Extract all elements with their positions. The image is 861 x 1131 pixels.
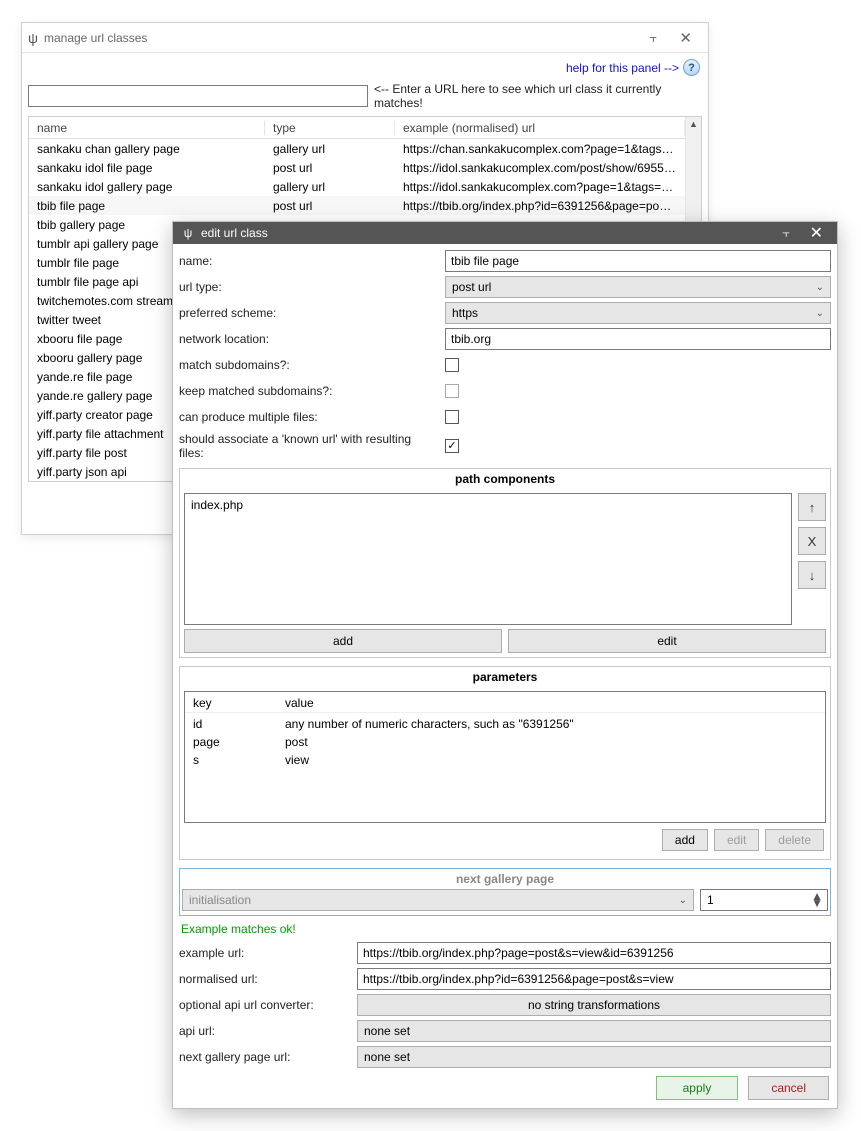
cancel-button[interactable]: cancel [748,1076,829,1100]
param-row[interactable]: pagepost [193,733,817,751]
matchsub-checkbox[interactable] [445,358,459,372]
normalised-url-input[interactable] [357,968,831,990]
keepsub-label: keep matched subdomains?: [179,384,439,398]
edit-url-class-dialog: ψ edit url class ⫟ ✕ name: url type: pos… [172,221,838,1109]
spinner-value: 1 [707,893,714,907]
col-type[interactable]: type [265,121,395,135]
path-edit-button[interactable]: edit [508,629,826,653]
apply-button[interactable]: apply [656,1076,739,1100]
app-icon: ψ [179,226,197,240]
urltype-label: url type: [179,280,439,294]
param-edit-button[interactable]: edit [714,829,759,851]
path-item[interactable]: index.php [191,498,785,512]
example-label: example url: [179,946,351,960]
multi-label: can produce multiple files: [179,410,439,424]
win1-titlebar[interactable]: ψ manage url classes ⫟ ✕ [22,23,708,53]
win2-title: edit url class [201,226,772,240]
next-page-spinner[interactable]: 1 ▲▼ [700,889,828,911]
scheme-select[interactable]: https ⌄ [445,302,831,324]
param-row[interactable]: sview [193,751,817,769]
converter-label: optional api url converter: [179,998,351,1012]
name-input[interactable] [445,250,831,272]
nexturl-label: next gallery page url: [179,1050,351,1064]
help-link[interactable]: help for this panel --> [566,61,679,75]
api-url-button[interactable]: none set [357,1020,831,1042]
help-icon[interactable]: ? [683,59,700,76]
assoc-label: should associate a 'known url' with resu… [179,432,439,460]
urltype-select[interactable]: post url ⌄ [445,276,831,298]
param-section-title: parameters [180,667,830,687]
next-url-button[interactable]: none set [357,1046,831,1068]
status-text: Example matches ok! [179,920,831,938]
app-icon: ψ [28,30,38,46]
path-components-section: path components index.php ↑ X ↓ add [179,468,831,658]
chevron-down-icon: ⌄ [816,282,824,293]
chevron-down-icon: ⌄ [816,308,824,319]
win2-titlebar[interactable]: ψ edit url class ⫟ ✕ [173,222,837,244]
path-listbox[interactable]: index.php [184,493,792,625]
param-col-key[interactable]: key [193,696,285,710]
win1-title: manage url classes [44,31,638,45]
move-down-button[interactable]: ↓ [798,561,826,589]
close-icon[interactable]: ✕ [669,29,702,47]
path-add-button[interactable]: add [184,629,502,653]
maximize-icon[interactable]: ⫟ [638,30,670,46]
next-init-value: initialisation [189,893,251,907]
next-gallery-section: next gallery page initialisation ⌄ 1 ▲▼ [179,868,831,916]
assoc-checkbox[interactable]: ✓ [445,439,459,453]
table-row[interactable]: sankaku idol file pagepost urlhttps://id… [29,158,685,177]
delete-item-button[interactable]: X [798,527,826,555]
multi-checkbox[interactable] [445,410,459,424]
close-icon[interactable]: ✕ [800,223,833,243]
param-row[interactable]: idany number of numeric characters, such… [193,715,817,733]
col-example[interactable]: example (normalised) url [395,121,685,135]
chevron-down-icon: ⌄ [679,895,687,906]
url-tester-input[interactable] [28,85,368,107]
maximize-icon[interactable]: ⫟ [772,226,799,241]
scheme-label: preferred scheme: [179,306,439,320]
converter-button[interactable]: no string transformations [357,994,831,1016]
col-name[interactable]: name [29,121,265,135]
scroll-up-icon[interactable]: ▲ [686,119,701,129]
path-section-title: path components [180,469,830,489]
urltype-value: post url [452,280,491,294]
table-header: name type example (normalised) url [29,117,685,139]
param-add-button[interactable]: add [662,829,708,851]
param-col-value[interactable]: value [285,696,817,710]
example-url-input[interactable] [357,942,831,964]
table-row[interactable]: sankaku idol gallery pagegallery urlhttp… [29,177,685,196]
next-init-select[interactable]: initialisation ⌄ [182,889,694,911]
matchsub-label: match subdomains?: [179,358,439,372]
move-up-button[interactable]: ↑ [798,493,826,521]
scheme-value: https [452,306,478,320]
parameters-table[interactable]: key value idany number of numeric charac… [184,691,826,823]
parameters-section: parameters key value idany number of num… [179,666,831,860]
param-delete-button[interactable]: delete [765,829,824,851]
name-label: name: [179,254,439,268]
netloc-label: network location: [179,332,439,346]
table-row[interactable]: tbib file pagepost urlhttps://tbib.org/i… [29,196,685,215]
keepsub-checkbox[interactable] [445,384,459,398]
spin-down-icon[interactable]: ▼ [811,900,823,907]
netloc-input[interactable] [445,328,831,350]
next-section-title: next gallery page [180,869,830,889]
normalised-label: normalised url: [179,972,351,986]
url-tester-label: <-- Enter a URL here to see which url cl… [374,82,702,110]
table-row[interactable]: sankaku chan gallery pagegallery urlhttp… [29,139,685,158]
api-label: api url: [179,1024,351,1038]
